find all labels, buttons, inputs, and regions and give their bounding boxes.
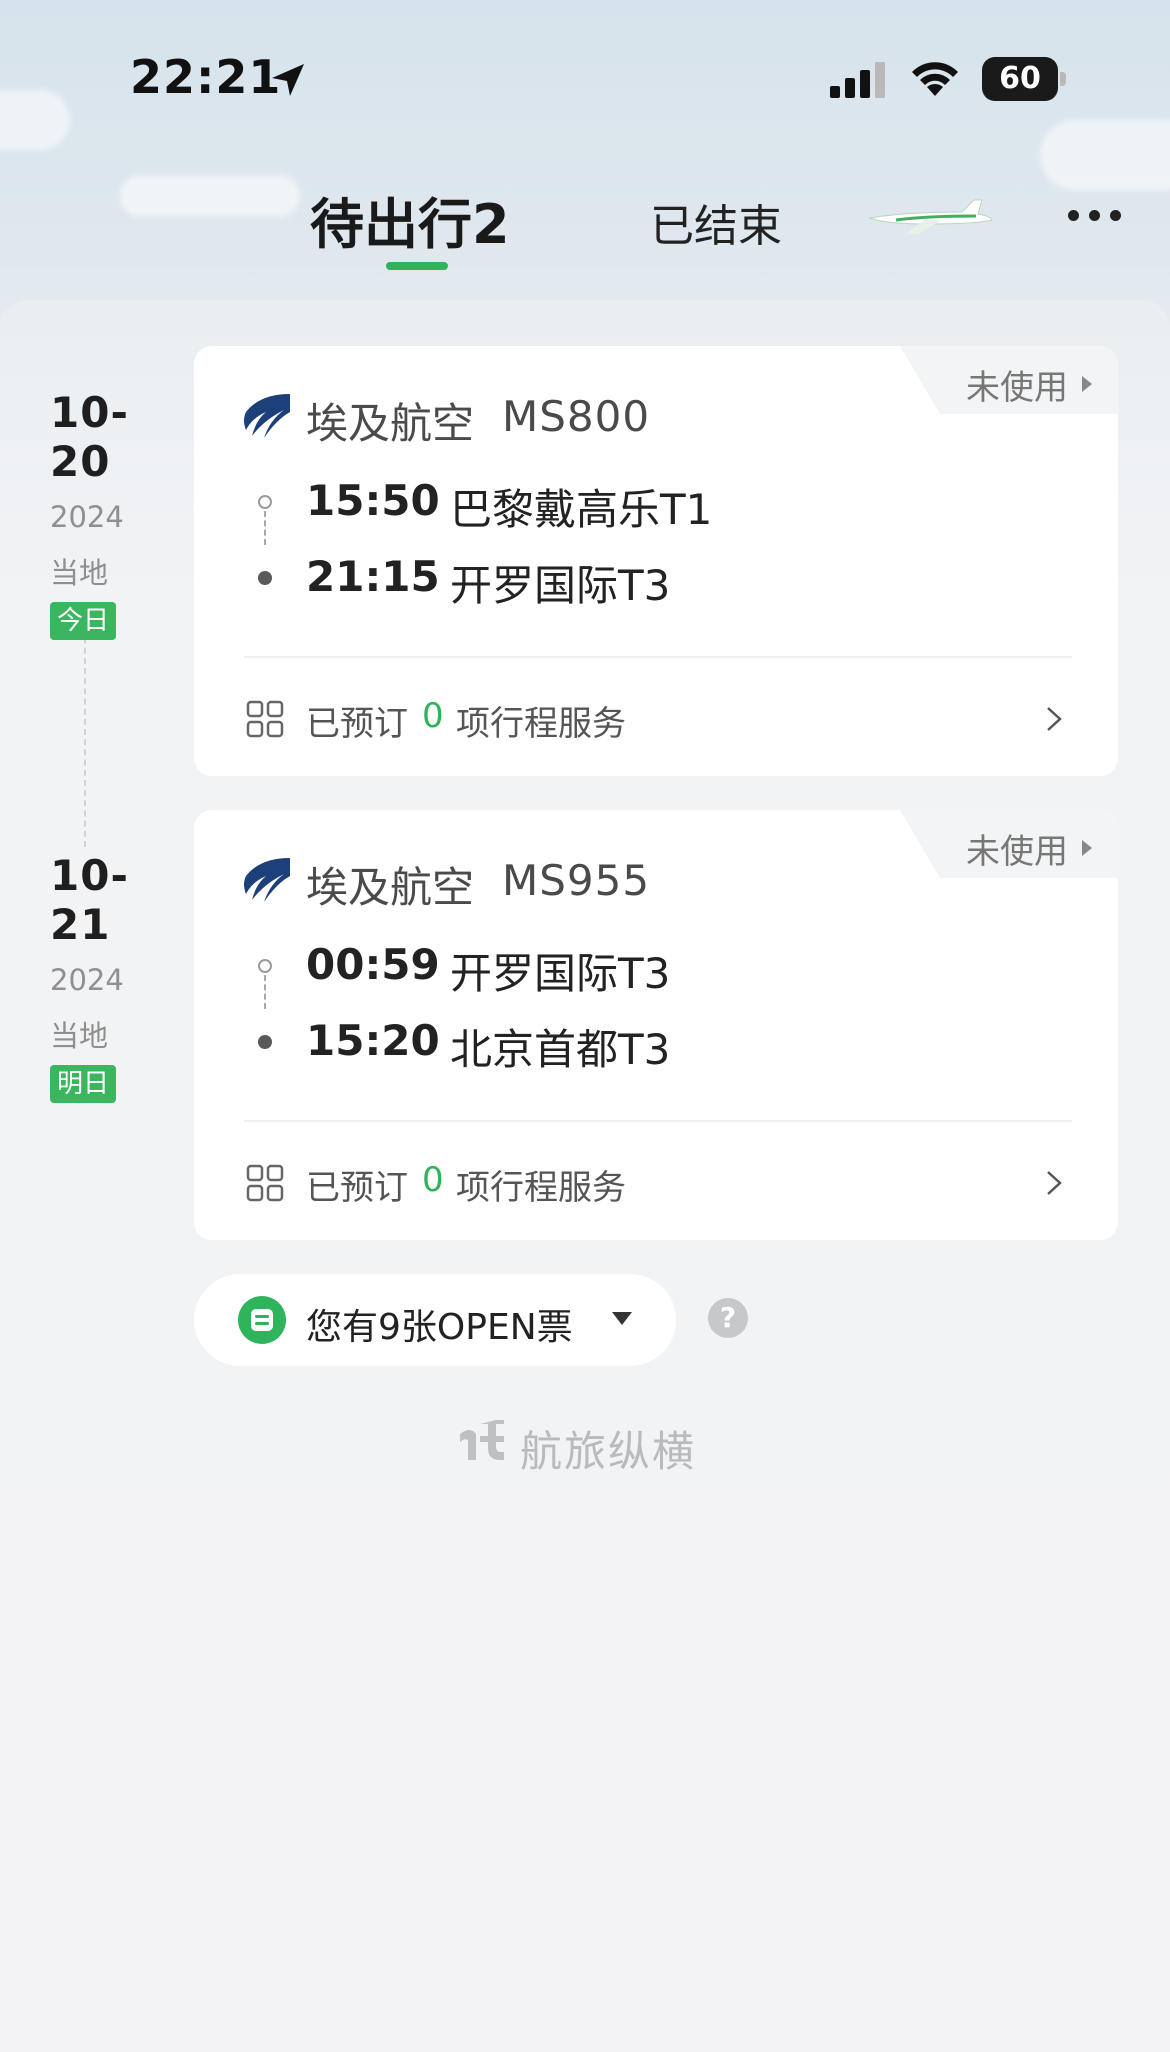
services-row[interactable]: 已预订 0 项行程服务 <box>194 658 1118 776</box>
tab-active-indicator <box>386 262 448 270</box>
services-label: 已预订 <box>306 1168 408 1208</box>
services-count: 0 <box>422 1160 444 1200</box>
brand-logo-icon <box>460 1420 504 1460</box>
trip-card-2[interactable]: 未使用 埃及航空 MS955 00:59 开罗国际T3 15:20 北京首都T3… <box>194 810 1118 1240</box>
status-time: 22:21 <box>130 50 282 104</box>
chevron-right-icon <box>1047 707 1062 731</box>
status-text: 未使用 <box>966 832 1068 872</box>
home-indicator <box>0 2018 1170 2052</box>
tab-ended[interactable]: 已结束 <box>650 190 782 254</box>
depart-dot <box>258 959 272 973</box>
services-suffix: 项行程服务 <box>456 1168 626 1208</box>
caret-right-icon <box>1082 840 1092 856</box>
arrive-dot <box>258 1035 272 1049</box>
route-line <box>264 975 266 1009</box>
grid-icon <box>246 700 284 738</box>
battery-icon: 60 <box>982 57 1068 101</box>
airline-name: 埃及航空 <box>306 863 475 912</box>
ticket-icon <box>238 1296 286 1344</box>
help-icon[interactable]: ? <box>708 1298 748 1338</box>
timeline-connector <box>84 607 86 847</box>
depart-time: 15:50 <box>306 476 440 525</box>
trip-year: 2024 <box>50 963 124 997</box>
arrive-airport: 开罗国际T3 <box>450 561 671 610</box>
services-suffix: 项行程服务 <box>456 704 626 744</box>
arrive-time: 15:20 <box>306 1016 440 1065</box>
location-arrow-icon <box>272 64 304 96</box>
trip-local-label: 当地 <box>50 556 109 590</box>
trip-year: 2024 <box>50 500 124 534</box>
services-count: 0 <box>422 696 444 736</box>
more-icon <box>1068 210 1079 221</box>
airline-name: 埃及航空 <box>306 399 475 448</box>
egyptair-logo-icon <box>244 394 290 438</box>
status-bar: 22:21 60 <box>0 0 1170 160</box>
battery-level: 60 <box>999 61 1041 96</box>
caret-down-icon <box>612 1312 632 1325</box>
plane-icon <box>868 199 993 234</box>
more-button[interactable] <box>1066 200 1126 230</box>
arrive-airport: 北京首都T3 <box>450 1025 671 1074</box>
wifi-icon <box>912 62 958 96</box>
egyptair-logo-icon <box>244 858 290 902</box>
brand-name: 航旅纵横 <box>520 1427 697 1476</box>
depart-airport: 巴黎戴高乐T1 <box>450 485 713 534</box>
arrive-dot <box>258 571 272 585</box>
services-label: 已预订 <box>306 704 408 744</box>
signal-icon <box>830 62 885 98</box>
trip-card-1[interactable]: 未使用 埃及航空 MS800 15:50 巴黎戴高乐T1 21:15 开罗国际T… <box>194 346 1118 776</box>
open-tickets-label: 您有9张OPEN票 <box>306 1307 573 1348</box>
services-row[interactable]: 已预订 0 项行程服务 <box>194 1122 1118 1240</box>
arrive-time: 21:15 <box>306 552 440 601</box>
trip-date-1: 10-20 2024 当地 今日 <box>50 388 170 640</box>
trips-screen: 22:21 60 待出行2 已结束 10-20 2024 当地 今日 未使用 埃… <box>0 0 1170 2052</box>
flight-number: MS800 <box>502 392 651 441</box>
caret-right-icon <box>1082 376 1092 392</box>
trip-date: 10-21 <box>50 851 129 949</box>
open-tickets-button[interactable]: 您有9张OPEN票 <box>194 1274 676 1366</box>
day-badge: 明日 <box>50 1065 117 1103</box>
trip-date: 10-20 <box>50 388 129 486</box>
grid-icon <box>246 1164 284 1202</box>
status-text: 未使用 <box>966 368 1068 408</box>
depart-dot <box>258 495 272 509</box>
trip-tabs: 待出行2 已结束 <box>0 170 1170 280</box>
trip-local-label: 当地 <box>50 1019 109 1053</box>
chevron-right-icon <box>1047 1171 1062 1195</box>
trip-date-2: 10-21 2024 当地 明日 <box>50 851 170 1103</box>
day-badge: 今日 <box>50 602 117 640</box>
depart-airport: 开罗国际T3 <box>450 949 671 998</box>
route-line <box>264 511 266 545</box>
brand-watermark: 航旅纵横 <box>456 1416 726 1476</box>
tab-upcoming[interactable]: 待出行2 <box>310 180 510 259</box>
flight-number: MS955 <box>502 856 651 905</box>
depart-time: 00:59 <box>306 940 440 989</box>
